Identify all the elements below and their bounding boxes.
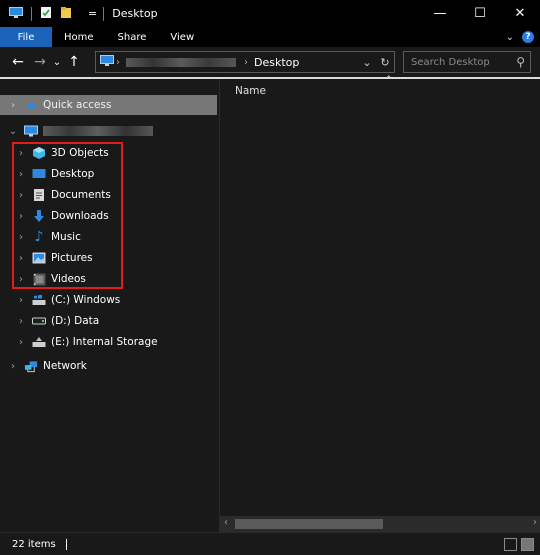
nav-item-label: (C:) Windows [51,294,121,306]
scroll-right-icon[interactable]: › [533,517,537,528]
navigation-pane: › Quick access ⌄ › 3D Objects › Desktop … [0,79,219,532]
nav-drive-d[interactable]: › (D:) Data [16,311,99,331]
nav-quick-access[interactable]: › Quick access [0,95,217,115]
address-row: ← → ⌄ ↑ › › Desktop ⌄ ↻ Search Desktop ⚲ [0,47,540,77]
title-divider [103,6,105,21]
tab-view[interactable]: View [158,27,206,47]
expand-chevron-icon[interactable]: › [8,100,18,111]
scroll-left-icon[interactable]: ‹ [224,517,228,528]
search-placeholder: Search Desktop [411,56,490,68]
breadcrumb-chevron-icon[interactable]: › [244,57,248,68]
usb-drive-icon [32,335,46,349]
sort-indicator-icon: ⌃ [385,75,393,85]
customize-toolbar-icon[interactable]: = [88,7,97,20]
expand-chevron-icon[interactable]: › [16,295,26,306]
nav-item-label: Network [43,360,87,372]
collapse-chevron-icon[interactable]: ⌄ [8,126,18,137]
horizontal-scrollbar[interactable]: ‹ › [220,516,540,532]
properties-icon[interactable] [40,6,52,22]
view-switcher [504,538,534,551]
scrollbar-thumb[interactable] [235,519,383,529]
nav-drive-e[interactable]: › (E:) Internal Storage [16,332,158,352]
expand-ribbon-icon[interactable]: ⌄ [506,32,514,43]
breadcrumb-chevron-icon[interactable]: › [116,57,120,68]
new-folder-icon[interactable] [60,6,72,22]
search-input[interactable]: Search Desktop ⚲ [403,51,531,73]
forward-button[interactable]: → [29,51,51,73]
nav-this-pc[interactable]: ⌄ [8,121,153,141]
breadcrumb-desktop[interactable]: Desktop [254,56,299,69]
redacted-pc-name [126,57,236,67]
title-bar: = Desktop — ☐ ✕ [0,0,540,27]
status-bar: 22 items [0,532,540,555]
highlight-box [12,142,123,289]
column-header-name[interactable]: Name [235,85,266,97]
close-button[interactable]: ✕ [500,0,540,27]
help-icon[interactable]: ? [522,31,534,43]
large-icons-view-icon[interactable] [521,538,534,551]
redacted-pc-name [43,126,153,136]
tab-file[interactable]: File [0,27,52,47]
tab-share[interactable]: Share [106,27,159,47]
window-title: Desktop [112,7,158,20]
toolbar-divider [31,6,32,21]
ribbon-right-controls: ⌄ ? [506,27,534,47]
tab-home[interactable]: Home [52,27,106,47]
ribbon-tabs: File Home Share View ⌄ ? [0,27,540,47]
nav-item-label: (E:) Internal Storage [51,336,158,348]
address-dropdown-button[interactable]: ⌄ [358,56,376,69]
status-divider [65,538,67,550]
item-count: 22 items [12,538,56,550]
window-controls: — ☐ ✕ [420,0,540,27]
nav-drive-c[interactable]: › (C:) Windows [16,290,120,310]
minimize-button[interactable]: — [420,0,460,27]
expand-chevron-icon[interactable]: › [16,316,26,327]
search-icon: ⚲ [516,55,525,69]
recent-locations-button[interactable]: ⌄ [51,51,63,73]
star-icon [24,98,38,112]
up-button[interactable]: ↑ [63,51,85,73]
maximize-button[interactable]: ☐ [460,0,500,27]
drive-icon [32,314,46,328]
refresh-button[interactable]: ↻ [376,56,394,69]
computer-icon [24,124,38,138]
file-list-pane[interactable]: ⌃ Name ‹ › [219,75,540,532]
windows-drive-icon [32,293,46,307]
nav-item-label: (D:) Data [51,315,100,327]
window-icon [9,6,23,21]
nav-quick-access-label: Quick access [43,99,112,111]
back-button[interactable]: ← [7,51,29,73]
details-view-icon[interactable] [504,538,517,551]
address-bar[interactable]: › › Desktop ⌄ ↻ [95,51,395,73]
nav-network[interactable]: › Network [8,356,87,376]
this-pc-icon [100,55,114,69]
network-icon [24,359,38,373]
quick-access-toolbar: = [0,6,110,22]
expand-chevron-icon[interactable]: › [16,337,26,348]
expand-chevron-icon[interactable]: › [8,361,18,372]
